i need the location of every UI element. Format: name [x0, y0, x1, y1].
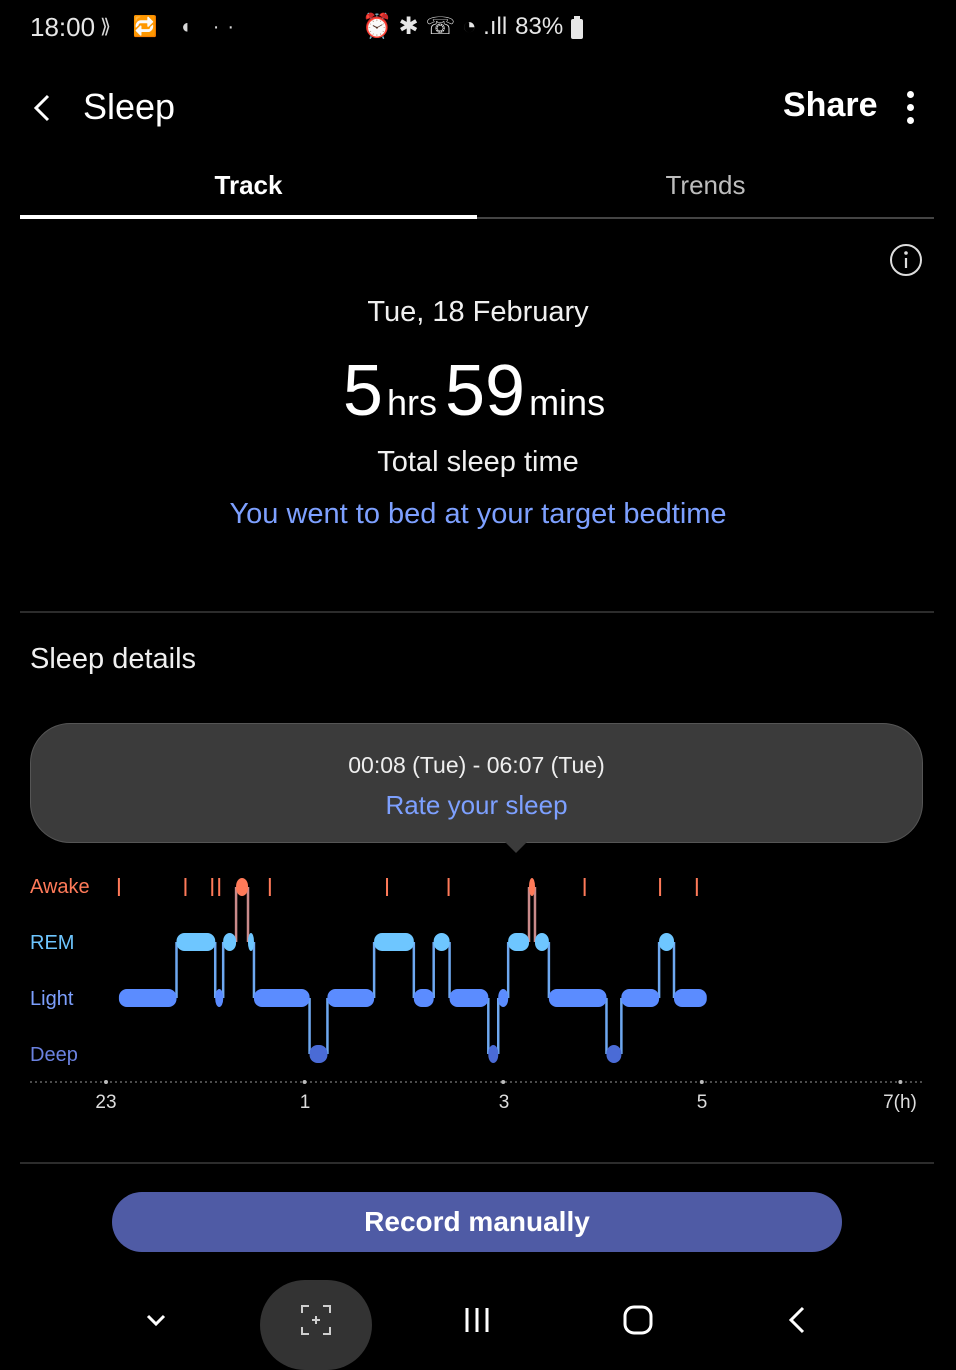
- record-manually-button[interactable]: Record manually: [112, 1192, 842, 1252]
- x-tick-label: 23: [95, 1092, 117, 1113]
- recents-icon[interactable]: [457, 1300, 497, 1340]
- back-icon[interactable]: [778, 1300, 818, 1340]
- stage-segment-rem: [247, 933, 254, 951]
- system-icons: ⏰ ✱ ☏ ◔ .ıll: [362, 13, 508, 40]
- stage-segment-light: [327, 989, 375, 1007]
- stage-segment-light: [449, 989, 489, 1007]
- battery-icon: [571, 15, 584, 39]
- stage-segment-rem: [223, 933, 237, 951]
- stage-segment-rem: [374, 933, 414, 951]
- x-tick-dot: [302, 1080, 307, 1084]
- x-tick-dot: [699, 1080, 704, 1084]
- stage-segment-awake: [529, 878, 535, 896]
- tab-indicator: [20, 215, 477, 219]
- divider: [20, 611, 934, 613]
- tab-trends[interactable]: Trends: [477, 170, 934, 201]
- stage-segment-rem: [659, 933, 674, 951]
- status-notification-icons: ⟫ 🔁 ◖ ··: [100, 16, 243, 38]
- bedtime-message: You went to bed at your target bedtime: [229, 498, 727, 530]
- more-vertical-icon[interactable]: [897, 88, 923, 128]
- tooltip-arrow: [505, 842, 527, 853]
- sleep-details-title: Sleep details: [30, 643, 197, 675]
- stage-segment-light: [253, 989, 310, 1007]
- x-tick-label: 7(h): [883, 1092, 917, 1113]
- stage-segment-light: [673, 989, 707, 1007]
- tab-divider: [477, 217, 934, 219]
- share-button[interactable]: Share: [783, 86, 878, 125]
- x-tick-label: 1: [299, 1092, 311, 1113]
- hours-unit: hrs: [386, 382, 437, 423]
- x-tick-dot: [104, 1080, 108, 1084]
- sleep-date: Tue, 18 February: [367, 296, 589, 328]
- stage-segment-awake: [236, 878, 248, 896]
- battery-percent: 83%: [515, 12, 564, 40]
- x-tick-label: 3: [498, 1092, 510, 1113]
- stage-segment-light: [498, 989, 509, 1007]
- sleep-duration: 5 hrs 59 mins: [0, 350, 956, 432]
- x-tick-label: 5: [696, 1092, 708, 1113]
- stage-segment-light: [413, 989, 434, 1007]
- screenshot-icon[interactable]: [296, 1300, 336, 1340]
- stage-segment-rem: [433, 933, 450, 951]
- stage-segment-deep: [309, 1045, 328, 1063]
- tab-track[interactable]: Track: [20, 170, 477, 201]
- status-right: ⏰ ✱ ☏ ◔ .ıll 83%: [362, 12, 584, 41]
- stage-segment-light: [118, 989, 177, 1007]
- rate-sleep-link[interactable]: Rate your sleep: [30, 790, 923, 821]
- home-icon[interactable]: [618, 1300, 658, 1340]
- stage-segment-deep: [488, 1045, 499, 1063]
- stage-segment-rem: [534, 933, 549, 951]
- sleep-stage-chart: [30, 878, 925, 1084]
- x-tick-dot: [898, 1080, 903, 1084]
- x-tick-dot: [501, 1080, 506, 1084]
- stage-segment-rem: [508, 933, 530, 951]
- stage-segment-deep: [606, 1045, 622, 1063]
- back-arrow-icon[interactable]: [26, 88, 62, 128]
- page-title: Sleep: [83, 86, 176, 127]
- info-icon[interactable]: [889, 243, 923, 277]
- divider: [20, 1162, 934, 1164]
- chevron-down-icon[interactable]: [136, 1300, 176, 1340]
- total-sleep-label: Total sleep time: [377, 446, 579, 478]
- duration-minutes: 59: [444, 351, 526, 431]
- stage-segment-light: [215, 989, 224, 1007]
- sleep-tooltip: [30, 723, 923, 843]
- status-time: 18:00: [30, 12, 96, 42]
- stage-segment-light: [621, 989, 660, 1007]
- duration-hours: 5: [342, 351, 383, 431]
- stage-segment-light: [548, 989, 607, 1007]
- stage-segment-rem: [176, 933, 216, 951]
- minutes-unit: mins: [529, 382, 606, 423]
- sleep-time-range: 00:08 (Tue) - 06:07 (Tue): [348, 752, 605, 778]
